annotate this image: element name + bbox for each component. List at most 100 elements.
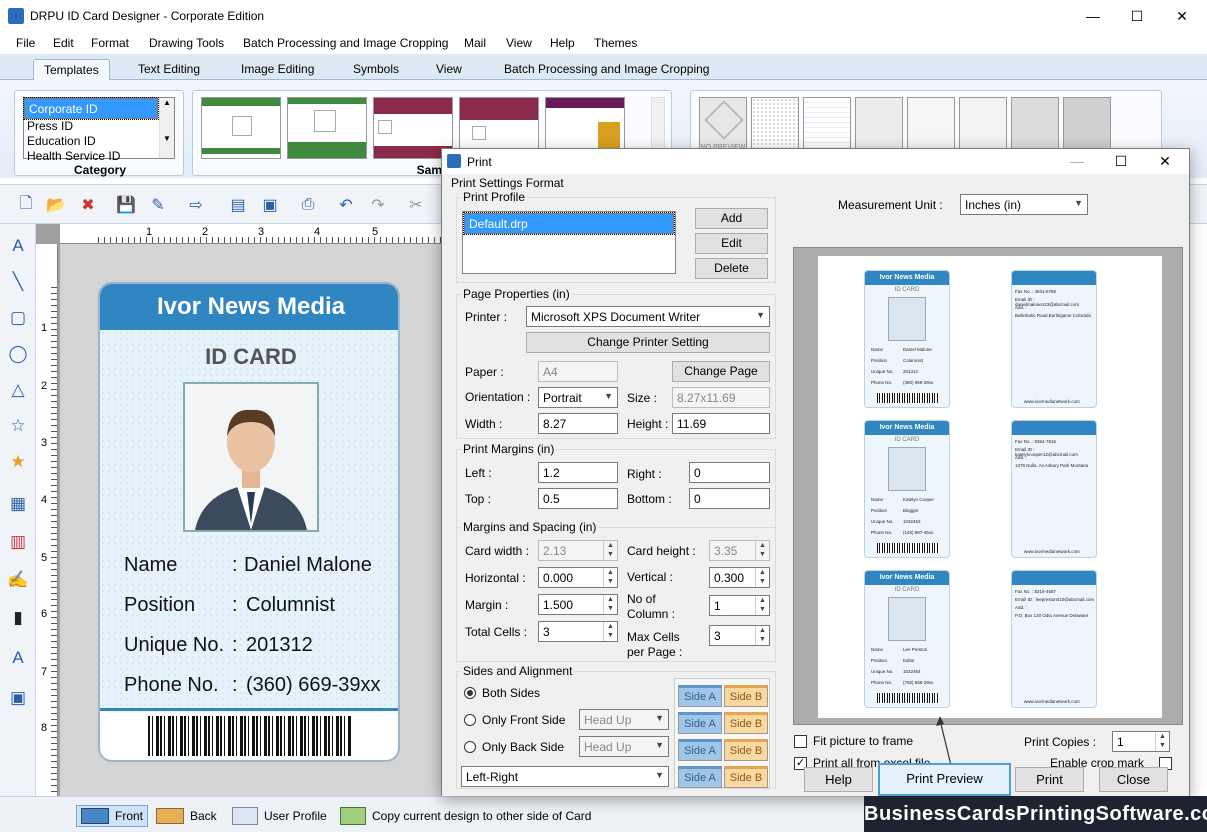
front-head-up-select[interactable]: Head Up ▼ [579,709,669,730]
change-printer-button[interactable]: Change Printer Setting [526,332,770,353]
margin-field[interactable]: 1.500 ▲ ▼ [538,594,618,615]
card-label-phone[interactable]: Phone No. [124,674,219,697]
category-scrollbar[interactable]: ▲ ▼ [159,98,174,158]
dialog-close-action-button[interactable]: Close [1099,767,1168,792]
profile-item[interactable]: Default.drp [463,212,675,235]
signature-tool-icon[interactable]: ✍ [6,568,30,592]
left-margin-field[interactable]: 1.2 [538,462,618,483]
ellipse-tool-icon[interactable]: ◯ [6,342,30,366]
print-preview-button[interactable]: Print Preview [878,763,1011,796]
front-side-radio[interactable] [464,714,476,726]
tab-image-editing[interactable]: Image Editing [241,62,314,76]
profile-add-button[interactable]: Add [695,208,768,229]
spinner-icon[interactable]: ▲ ▼ [1155,732,1169,751]
new-icon[interactable]: 🗋 [14,193,38,217]
tab-view[interactable]: View [436,62,462,76]
close-file-icon[interactable]: ✖ [76,193,100,217]
menu-format[interactable]: Format [91,36,129,50]
card-photo[interactable] [183,382,319,532]
category-list[interactable]: Corporate ID Press ID Education ID Healt… [23,97,175,163]
spinner-icon[interactable]: ▲ ▼ [755,626,769,645]
profile-delete-button[interactable]: Delete [695,258,768,279]
help-button[interactable]: Help [804,767,873,792]
image-library-icon[interactable]: ▣ [6,686,30,710]
card-label-unique[interactable]: Unique No. [124,634,224,657]
tab-symbols[interactable]: Symbols [353,62,399,76]
triangle-tool-icon[interactable]: △ [6,378,30,402]
top-margin-field[interactable]: 0.5 [538,488,618,509]
back-side-label[interactable]: Only Back Side [482,740,564,754]
picture-tool-icon[interactable]: ▦ [6,492,30,516]
menu-file[interactable]: File [16,36,35,50]
print-copies-field[interactable]: 1 ▲ ▼ [1112,731,1170,752]
print-icon[interactable]: ⎙ [296,193,320,217]
back-head-up-select[interactable]: Head Up ▼ [579,736,669,757]
sample-thumbnail[interactable] [201,97,281,159]
dialog-maximize-button[interactable]: ☐ [1106,151,1136,171]
spinner-icon[interactable]: ▲ ▼ [603,595,617,614]
spinner-icon[interactable]: ▲ ▼ [603,541,617,560]
profile-edit-button[interactable]: Edit [695,233,768,254]
cut-icon[interactable]: ✂ [404,193,428,217]
user-profile-button[interactable]: User Profile [232,805,327,827]
save-as-icon[interactable]: ✎ [146,193,170,217]
library-tool-icon[interactable]: ▥ [6,530,30,554]
card-label-position[interactable]: Position [124,594,195,617]
export-icon[interactable]: ⇨ [184,193,208,217]
print-button[interactable]: Print [1015,767,1084,792]
card-height-field[interactable]: 3.35 ▲ ▼ [709,540,770,561]
category-item[interactable]: Education ID [24,134,174,149]
tab-text-editing[interactable]: Text Editing [138,62,200,76]
menu-view[interactable]: View [506,36,532,50]
card-value-name[interactable]: Daniel Malone [244,554,372,577]
spinner-icon[interactable]: ▲ ▼ [755,541,769,560]
back-button[interactable]: Back [156,805,217,827]
card-header[interactable]: Ivor News Media [100,284,398,330]
paper-field[interactable]: A4 [538,361,618,382]
size-field[interactable]: 8.27x11.69 [672,387,770,408]
measurement-unit-select[interactable]: Inches (in) ▼ [960,194,1088,215]
both-sides-radio[interactable] [464,687,476,699]
card-value-phone[interactable]: (360) 669-39xx [246,674,381,697]
change-page-button[interactable]: Change Page [672,361,770,382]
bottom-margin-field[interactable]: 0 [689,488,770,509]
symbol-tool-icon[interactable]: ★ [6,450,30,474]
minimize-button[interactable]: — [1078,6,1108,26]
alignment-select[interactable]: Left-Right ▼ [461,766,669,787]
redo-icon[interactable]: ↷ [366,193,390,217]
card-title[interactable]: ID CARD [100,344,398,370]
front-side-label[interactable]: Only Front Side [482,713,565,727]
menu-drawing-tools[interactable]: Drawing Tools [149,36,224,50]
front-button[interactable]: Front [76,805,149,827]
vertical-field[interactable]: 0.300 ▲ ▼ [709,567,770,588]
horizontal-field[interactable]: 0.000 ▲ ▼ [538,567,618,588]
columns-field[interactable]: 1 ▲ ▼ [709,595,770,616]
orientation-select[interactable]: Portrait ▼ [538,387,618,408]
height-field[interactable]: 11.69 [672,413,770,434]
tab-batch-processing[interactable]: Batch Processing and Image Cropping [504,62,709,76]
dialog-close-button[interactable]: ✕ [1150,151,1180,171]
line-tool-icon[interactable]: ╲ [6,270,30,294]
copy-design-button[interactable]: Copy current design to other side of Car… [340,805,591,827]
spinner-icon[interactable]: ▲ ▼ [603,622,617,641]
menu-themes[interactable]: Themes [594,36,637,50]
rectangle-tool-icon[interactable]: ▢ [6,306,30,330]
right-margin-field[interactable]: 0 [689,462,770,483]
dialog-minimize-button[interactable]: — [1062,151,1092,171]
spinner-icon[interactable]: ▲ ▼ [755,596,769,615]
tab-templates[interactable]: Templates [33,59,110,80]
printer-select[interactable]: Microsoft XPS Document Writer ▼ [526,306,770,327]
category-item[interactable]: Press ID [24,119,174,134]
menu-edit[interactable]: Edit [53,36,74,50]
save-icon[interactable]: 💾 [114,193,138,217]
category-item[interactable]: Health Service ID [24,149,174,164]
menu-mail[interactable]: Mail [464,36,486,50]
undo-icon[interactable]: ↶ [334,193,358,217]
profile-list[interactable]: Default.drp [462,211,676,274]
image-icon[interactable]: ▣ [258,193,282,217]
back-side-radio[interactable] [464,741,476,753]
barcode-tool-icon[interactable]: ▮ [6,606,30,630]
id-card[interactable]: Ivor News Media ID CARD Name : Daniel Ma… [98,282,400,762]
menu-help[interactable]: Help [550,36,575,50]
open-icon[interactable]: 📂 [44,193,68,217]
